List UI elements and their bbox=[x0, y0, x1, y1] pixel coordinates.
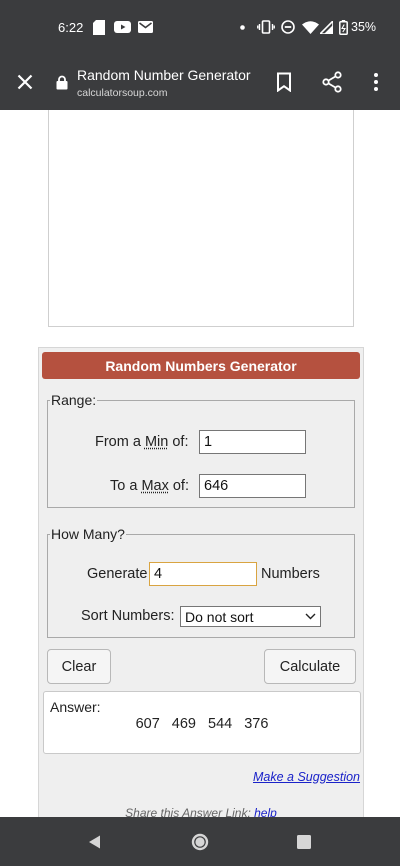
calculate-button[interactable]: Calculate bbox=[264, 649, 356, 684]
battery-percent: 35% bbox=[351, 20, 377, 34]
bookmark-icon bbox=[277, 72, 291, 92]
calculator-header: Random Numbers Generator bbox=[42, 352, 360, 379]
recents-button[interactable] bbox=[293, 831, 315, 853]
sort-select[interactable]: Do not sort bbox=[180, 606, 321, 627]
share-button[interactable] bbox=[320, 70, 344, 94]
system-nav-bar bbox=[0, 817, 400, 866]
more-options-button[interactable] bbox=[366, 70, 386, 94]
answer-values: 607 469 544 376 bbox=[44, 716, 360, 732]
recents-square-icon bbox=[297, 835, 311, 849]
answer-value: 376 bbox=[244, 716, 269, 732]
clear-button[interactable]: Clear bbox=[47, 649, 111, 684]
random-number-calculator: Random Numbers Generator Range: From a M… bbox=[38, 347, 364, 817]
vibrate-icon bbox=[257, 19, 275, 35]
min-value-input[interactable] bbox=[199, 430, 306, 454]
how-many-legend: How Many? bbox=[51, 526, 125, 542]
range-legend: Range: bbox=[51, 392, 97, 408]
browser-toolbar: Random Number Generator calculatorsoup.c… bbox=[0, 56, 400, 110]
gmail-icon bbox=[137, 19, 153, 35]
share-icon bbox=[322, 71, 342, 93]
close-tab-button[interactable] bbox=[12, 69, 38, 95]
status-time: 6:22 bbox=[58, 20, 84, 35]
battery-icon bbox=[337, 19, 349, 35]
generate-label: Generate bbox=[87, 566, 148, 582]
signal-icon bbox=[319, 19, 333, 35]
ad-placeholder bbox=[48, 110, 354, 327]
range-fieldset: Range: From a Min of: To a Max of: bbox=[47, 392, 355, 508]
home-circle-icon bbox=[191, 833, 209, 851]
back-button[interactable] bbox=[84, 831, 106, 853]
chevron-down-icon bbox=[305, 613, 316, 620]
max-label: To a Max of: bbox=[110, 478, 189, 494]
answer-value: 469 bbox=[171, 716, 196, 732]
max-value-input[interactable] bbox=[199, 474, 306, 498]
page-title: Random Number Generator bbox=[77, 67, 251, 83]
status-bar: 6:22 35% bbox=[0, 0, 400, 56]
how-many-fieldset: How Many? Generate Numbers Sort Numbers:… bbox=[47, 526, 355, 638]
wifi-icon bbox=[301, 19, 319, 35]
answer-label: Answer: bbox=[50, 699, 101, 715]
sd-card-icon bbox=[92, 19, 106, 35]
answer-value: 607 bbox=[135, 716, 160, 732]
answer-box: Answer: 607 469 544 376 bbox=[43, 691, 361, 754]
bookmark-button[interactable] bbox=[272, 70, 296, 94]
close-icon bbox=[17, 74, 33, 90]
youtube-icon bbox=[113, 19, 131, 35]
home-button[interactable] bbox=[189, 831, 211, 853]
sort-selected-value: Do not sort bbox=[185, 608, 254, 625]
numbers-label: Numbers bbox=[261, 566, 320, 582]
quantity-input[interactable] bbox=[149, 562, 257, 586]
make-suggestion-link[interactable]: Make a Suggestion bbox=[253, 770, 360, 784]
back-triangle-icon bbox=[89, 835, 100, 849]
help-link[interactable]: help bbox=[254, 806, 277, 817]
share-answer-text: Share this Answer Link: help bbox=[39, 806, 363, 817]
min-label: From a Min of: bbox=[95, 434, 189, 450]
page-url[interactable]: calculatorsoup.com bbox=[77, 87, 167, 99]
sort-label: Sort Numbers: bbox=[81, 608, 175, 624]
dot-icon bbox=[238, 19, 246, 35]
lock-icon bbox=[56, 75, 70, 91]
dnd-icon bbox=[280, 19, 296, 35]
page-content[interactable]: Random Numbers Generator Range: From a M… bbox=[0, 110, 400, 817]
answer-value: 544 bbox=[208, 716, 233, 732]
more-vert-icon bbox=[374, 73, 378, 91]
